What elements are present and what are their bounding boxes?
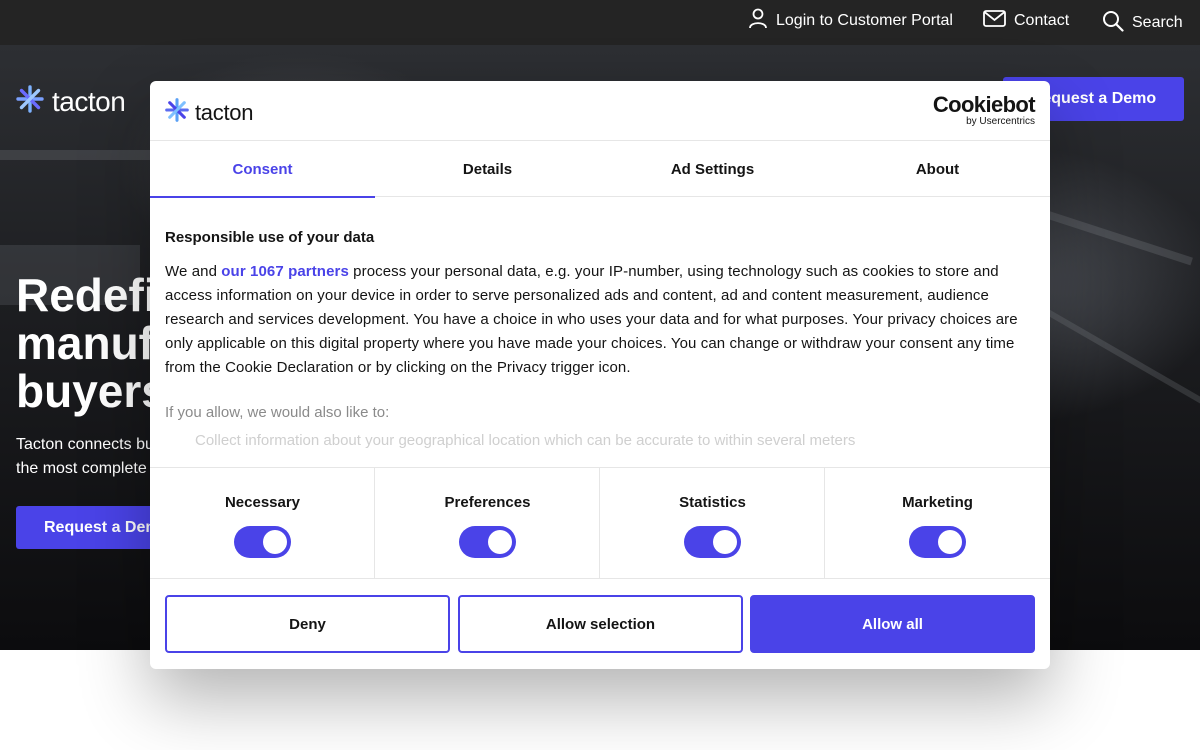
hero-heading-line: manuf [16, 317, 154, 369]
toggle-knob [488, 530, 512, 554]
statistics-toggle[interactable] [684, 526, 741, 558]
tab-about[interactable]: About [825, 141, 1050, 197]
site-logo-text: tacton [52, 85, 126, 117]
cookiebot-logo-text: Cookiebot [932, 92, 1036, 117]
preferences-toggle[interactable] [459, 526, 516, 558]
consent-tabs: Consent Details Ad Settings About [150, 141, 1050, 198]
hero-heading-line: buyers [16, 365, 167, 417]
category-label: Necessary [224, 494, 301, 511]
category-marketing: Marketing [825, 468, 1050, 579]
toggle-knob [263, 530, 287, 554]
consent-title: Responsible use of your data [165, 229, 375, 246]
tab-ad-settings[interactable]: Ad Settings [600, 141, 825, 197]
allow-item: Collect information about your geographi… [195, 432, 856, 449]
hero-heading-line: Redefi [16, 269, 157, 321]
user-icon [748, 8, 776, 34]
mail-icon [983, 10, 1014, 32]
utility-bar: Login to Customer Portal Contact Search [0, 0, 1200, 45]
dialog-logo: tacton [165, 98, 253, 127]
category-necessary: Necessary [150, 468, 375, 579]
allow-intro: If you allow, we would also like to: [165, 404, 390, 421]
hero-heading: Redefi manuf buyers [16, 271, 167, 415]
cookie-consent-dialog: tacton Cookiebot by Usercentrics Consent… [150, 81, 1050, 669]
toggle-knob [938, 530, 962, 554]
cookiebot-logo-subtext: by Usercentrics [966, 116, 1035, 127]
tab-consent[interactable]: Consent [150, 141, 375, 198]
consent-text: We and our 1067 partners process your pe… [165, 260, 1035, 380]
category-label: Preferences [444, 494, 531, 511]
dialog-header: tacton Cookiebot by Usercentrics [150, 81, 1050, 141]
tacton-logo-mark-icon [16, 85, 44, 118]
login-label: Login to Customer Portal [776, 12, 953, 29]
marketing-toggle[interactable] [909, 526, 966, 558]
login-link[interactable]: Login to Customer Portal [748, 8, 953, 34]
tab-details[interactable]: Details [375, 141, 600, 197]
allow-selection-button[interactable]: Allow selection [458, 595, 743, 653]
category-preferences: Preferences [375, 468, 600, 579]
search-label: Search [1132, 14, 1183, 31]
consent-actions: Deny Allow selection Allow all [165, 595, 1035, 653]
allow-all-button[interactable]: Allow all [750, 595, 1035, 653]
category-label: Statistics [679, 494, 746, 511]
site-logo[interactable]: tacton [16, 85, 126, 118]
hero-subtitle-line: Tacton connects bu [16, 436, 154, 453]
toggle-knob [713, 530, 737, 554]
cookiebot-logo[interactable]: Cookiebot by Usercentrics [932, 92, 1036, 127]
search-link[interactable]: Search [1102, 10, 1183, 37]
deny-button[interactable]: Deny [165, 595, 450, 653]
search-icon [1102, 10, 1132, 37]
partners-link[interactable]: our 1067 partners [221, 263, 349, 280]
consent-body: Responsible use of your data We and our … [165, 229, 1035, 449]
consent-categories: Necessary Preferences Statistics Marketi… [150, 467, 1050, 579]
hero-subtitle-line: the most complete [16, 460, 147, 477]
category-statistics: Statistics [600, 468, 825, 579]
hero-subtitle: Tacton connects bu the most complete [16, 433, 154, 481]
tacton-logo-mark-icon [165, 98, 189, 127]
category-label: Marketing [902, 494, 973, 511]
contact-link[interactable]: Contact [983, 10, 1069, 32]
consent-text-prefix: We and [165, 263, 222, 280]
necessary-toggle[interactable] [234, 526, 291, 558]
contact-label: Contact [1014, 12, 1070, 29]
dialog-logo-text: tacton [195, 99, 254, 125]
